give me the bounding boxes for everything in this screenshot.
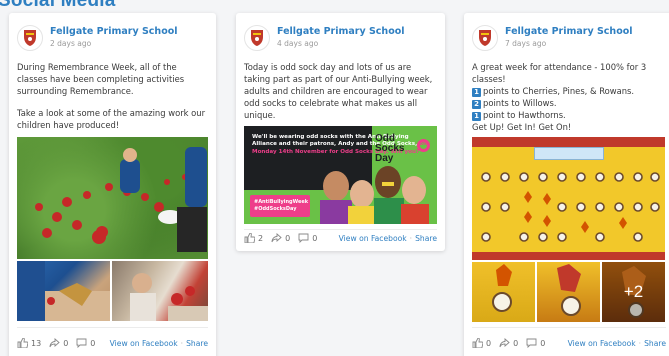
post-body: During Remembrance Week, all of the clas… [17,61,208,141]
post-header: Fellgate Primary School 7 days ago [472,25,668,55]
post-paragraph: Take a look at some of the amazing work … [17,108,206,130]
more-photos-overlay[interactable]: +2 [602,262,665,322]
like-count[interactable]: 2 [244,233,263,243]
post-photo[interactable] [17,261,110,321]
footer-links: View on Facebook · Share [110,339,208,348]
post-date[interactable]: 7 days ago [505,39,546,48]
number-badge: 1 [472,112,481,121]
attendance-board [481,172,660,242]
thumbs-up-icon [17,338,28,348]
school-crest-icon[interactable] [244,25,270,51]
share-count[interactable]: 0 [499,338,518,348]
post-card: Fellgate Primary School 7 days ago A gre… [464,13,669,356]
thumbs-up-icon [472,338,483,348]
sock-logo-icon [417,139,430,152]
footer-links: View on Facebook · Share [339,234,437,243]
post-card: Fellgate Primary School 4 days ago Today… [236,13,445,251]
post-date[interactable]: 4 days ago [277,39,318,48]
share-link[interactable]: Share [644,339,666,348]
share-arrow-icon [499,338,510,348]
post-header: Fellgate Primary School 4 days ago [244,25,439,55]
number-badge: 2 [472,100,481,109]
post-outro: Get Up! Get In! Get On! [472,122,572,132]
separator-dot: · [409,233,413,243]
post-header: Fellgate Primary School 2 days ago [17,25,210,55]
rank-line: 2 points to Willows. [472,97,666,109]
comment-bubble-icon [298,233,309,243]
rank-line: 1 point to Hawthorns. [472,109,666,121]
post-footer: 13 0 0 View on Facebook · Share [17,332,208,354]
banner-people [320,166,429,224]
odd-socks-day-banner[interactable]: We'll be wearing odd socks with the Anti… [244,126,437,224]
comment-count[interactable]: 0 [526,338,545,348]
comment-count[interactable]: 0 [76,338,95,348]
board-frame [472,252,665,260]
share-link[interactable]: Share [186,339,208,348]
share-arrow-icon [49,338,60,348]
post-author[interactable]: Fellgate Primary School [277,26,405,37]
share-count[interactable]: 0 [271,233,290,243]
like-count[interactable]: 13 [17,338,41,348]
view-on-facebook-link[interactable]: View on Facebook [110,339,178,348]
post-card: Fellgate Primary School 2 days ago Durin… [9,13,216,356]
view-on-facebook-link[interactable]: View on Facebook [339,234,407,243]
share-arrow-icon [271,233,282,243]
post-paragraph: Today is odd sock day and lots of us are… [244,62,433,120]
post-paragraph: During Remembrance Week, all of the clas… [17,62,185,96]
share-link[interactable]: Share [415,234,437,243]
like-count[interactable]: 0 [472,338,491,348]
thumbs-up-icon [244,233,255,243]
post-body: Today is odd sock day and lots of us are… [244,61,437,131]
post-photo[interactable] [537,262,600,322]
post-author[interactable]: Fellgate Primary School [50,26,178,37]
post-intro: A great week for attendance - 100% for 3… [472,62,647,84]
post-photo[interactable] [472,137,665,260]
separator-dot: · [638,338,642,348]
comment-bubble-icon [76,338,87,348]
school-crest-icon[interactable] [472,25,498,51]
post-date[interactable]: 2 days ago [50,39,91,48]
number-badge: 1 [472,88,481,97]
post-photo[interactable] [472,262,535,322]
share-count[interactable]: 0 [49,338,68,348]
divider [472,327,666,328]
separator-dot: · [180,338,184,348]
divider [17,327,208,328]
post-photo[interactable]: +2 [602,262,665,322]
rank-line: 1 points to Cherries, Pines, & Rowans. [472,85,666,97]
post-body: A great week for attendance - 100% for 3… [472,61,666,133]
post-author[interactable]: Fellgate Primary School [505,26,633,37]
comment-bubble-icon [526,338,537,348]
section-title: Social Media [0,0,116,11]
post-photo[interactable] [17,137,208,259]
school-crest-icon[interactable] [17,25,43,51]
post-footer: 2 0 0 View on Facebook · Share [244,223,437,251]
post-footer: 0 0 0 View on Facebook · Share [472,332,666,354]
post-photo[interactable] [112,261,208,321]
comment-count[interactable]: 0 [298,233,317,243]
banner-hashtags: #AntiBullyingWeek #OddSocksDay [250,195,310,217]
footer-links: View on Facebook · Share [568,339,666,348]
view-on-facebook-link[interactable]: View on Facebook [568,339,636,348]
